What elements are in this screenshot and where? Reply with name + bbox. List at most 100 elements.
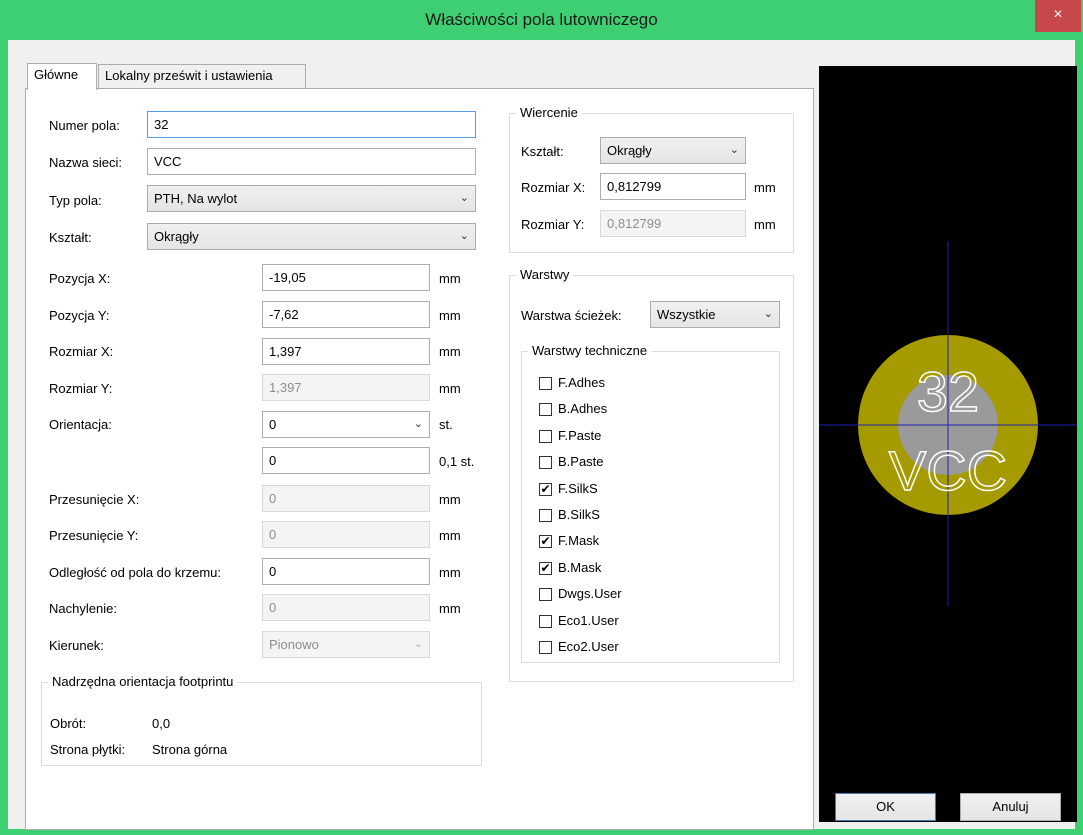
layer-checkbox[interactable] <box>539 509 552 522</box>
position-y-input[interactable]: -7,62 <box>262 301 430 328</box>
pad-preview-canvas[interactable]: 32 VCC <box>819 66 1077 822</box>
rotation-value: 0,0 <box>152 716 171 731</box>
window-title: Właściwości pola lutowniczego <box>425 10 658 29</box>
direction-select: Pionowo ⌄ <box>262 631 430 658</box>
orientation-custom-unit: 0,1 st. <box>439 454 475 469</box>
pad-number-label: Numer pola: <box>49 118 120 133</box>
size-y-label: Rozmiar Y: <box>49 381 113 396</box>
die-length-unit: mm <box>439 565 461 580</box>
layer-checkbox-label: F.Adhes <box>558 375 605 390</box>
pad-number-text: 32 <box>917 360 979 423</box>
tab-general[interactable]: Główne <box>27 63 97 90</box>
layer-checkbox-label: B.Paste <box>558 454 604 470</box>
drill-size-y-label: Rozmiar Y: <box>521 217 585 232</box>
pad-type-label: Typ pola: <box>49 193 102 208</box>
technical-layers-legend: Warstwy techniczne <box>528 343 652 358</box>
chevron-down-icon: ⌄ <box>413 638 423 650</box>
shape-value: Okrągły <box>154 229 199 244</box>
footprint-orientation-legend: Nadrzędna orientacja footprintu <box>48 674 238 689</box>
layer-checkbox[interactable]: ✔ <box>539 561 552 575</box>
shape-label: Kształt: <box>49 230 92 245</box>
size-x-input[interactable]: 1,397 <box>262 338 430 365</box>
net-name-label: Nazwa sieci: <box>49 155 122 170</box>
position-y-label: Pozycja Y: <box>49 308 110 323</box>
close-button[interactable]: × <box>1035 0 1081 32</box>
orientation-select[interactable]: 0 ⌄ <box>262 411 430 438</box>
chevron-down-icon: ⌄ <box>459 192 469 204</box>
title-bar[interactable]: Właściwości pola lutowniczego × <box>0 0 1083 40</box>
layer-checkbox-label: Dwgs.User <box>558 586 622 602</box>
position-x-unit: mm <box>439 271 461 286</box>
layer-checkbox[interactable] <box>539 456 552 470</box>
size-x-label: Rozmiar X: <box>49 344 114 359</box>
chevron-down-icon: ⌄ <box>413 418 423 430</box>
copper-layer-select[interactable]: Wszystkie ⌄ <box>650 301 780 328</box>
position-y-unit: mm <box>439 308 461 323</box>
offset-y-unit: mm <box>439 528 461 543</box>
shape-select[interactable]: Okrągły ⌄ <box>147 223 476 250</box>
layer-checkbox-label: B.SilkS <box>558 507 600 522</box>
pad-net-text: VCC <box>889 439 1007 502</box>
layer-checkbox-label: F.Paste <box>558 427 602 443</box>
layer-checkbox[interactable] <box>539 429 552 443</box>
drill-group: Wiercenie Kształt: Okrągły ⌄ Rozmiar X: 0… <box>509 105 794 253</box>
pad-number-input[interactable]: 32 <box>147 111 476 138</box>
drill-size-x-label: Rozmiar X: <box>521 180 586 195</box>
die-length-label: Odległość od pola do krzemu: <box>49 565 221 580</box>
drill-shape-select[interactable]: Okrągły ⌄ <box>600 137 746 164</box>
orientation-label: Orientacja: <box>49 417 112 432</box>
size-y-unit: mm <box>439 381 461 396</box>
drill-shape-value: Okrągły <box>607 143 652 158</box>
drill-size-y-unit: mm <box>754 217 776 232</box>
rotation-label: Obrót: <box>50 716 87 731</box>
ok-button[interactable]: OK <box>835 793 936 821</box>
layers-group: Warstwy Warstwa ścieżek: Wszystkie ⌄ Wars… <box>509 267 794 682</box>
layer-checkbox-label: Eco1.User <box>558 612 619 628</box>
position-x-label: Pozycja X: <box>49 271 111 286</box>
direction-value: Pionowo <box>269 637 319 652</box>
board-side-value: Strona górna <box>152 742 228 757</box>
chevron-down-icon: ⌄ <box>459 230 469 242</box>
layer-checkbox[interactable] <box>539 403 552 417</box>
offset-x-input: 0 <box>262 485 430 512</box>
drill-legend: Wiercenie <box>516 105 582 120</box>
drill-size-x-input[interactable]: 0,812799 <box>600 173 746 200</box>
offset-y-input: 0 <box>262 521 430 548</box>
tab-local-clearance[interactable]: Lokalny prześwit i ustawienia <box>98 64 306 89</box>
layer-checkbox-label: Eco2.User <box>558 639 619 654</box>
trapezoid-input: 0 <box>262 594 430 621</box>
offset-x-label: Przesunięcie X: <box>49 492 140 507</box>
layer-checkbox[interactable] <box>539 614 552 628</box>
layer-checkbox[interactable] <box>539 588 552 602</box>
net-name-input[interactable]: VCC <box>147 148 476 175</box>
layer-checkbox[interactable]: ✔ <box>539 535 552 549</box>
footprint-orientation-group: Nadrzędna orientacja footprintu Obrót: 0… <box>41 674 482 766</box>
trapezoid-label: Nachylenie: <box>49 601 117 616</box>
offset-y-label: Przesunięcie Y: <box>49 528 139 543</box>
size-y-input: 1,397 <box>262 374 430 401</box>
orientation-custom-input[interactable]: 0 <box>262 447 430 474</box>
layers-legend: Warstwy <box>516 267 574 282</box>
trapezoid-unit: mm <box>439 601 461 616</box>
layer-checkbox-label: B.Adhes <box>558 401 608 417</box>
layer-checkbox[interactable]: ✔ <box>539 482 552 496</box>
drill-size-x-unit: mm <box>754 180 776 195</box>
layer-checkbox-label: F.Mask <box>558 533 600 549</box>
layer-checkbox[interactable] <box>539 641 552 654</box>
copper-layer-label: Warstwa ścieżek: <box>521 308 622 323</box>
chevron-down-icon: ⌄ <box>729 144 739 156</box>
offset-x-unit: mm <box>439 492 461 507</box>
position-x-input[interactable]: -19,05 <box>262 264 430 291</box>
copper-layer-value: Wszystkie <box>657 307 716 322</box>
direction-label: Kierunek: <box>49 638 104 653</box>
drill-size-y-input: 0,812799 <box>600 210 746 237</box>
cancel-button[interactable]: Anuluj <box>960 793 1061 821</box>
layer-checkbox[interactable] <box>539 377 552 390</box>
layer-checkbox-label: B.Mask <box>558 559 602 575</box>
pad-type-select[interactable]: PTH, Na wylot ⌄ <box>147 185 476 212</box>
size-x-unit: mm <box>439 344 461 359</box>
dialog-client: Główne Lokalny prześwit i ustawienia Num… <box>8 40 1077 830</box>
technical-layers-group: Warstwy techniczne F.Adhes B.Adhes F.Paste… <box>521 343 780 663</box>
close-icon: × <box>1053 6 1063 23</box>
die-length-input[interactable]: 0 <box>262 558 430 585</box>
